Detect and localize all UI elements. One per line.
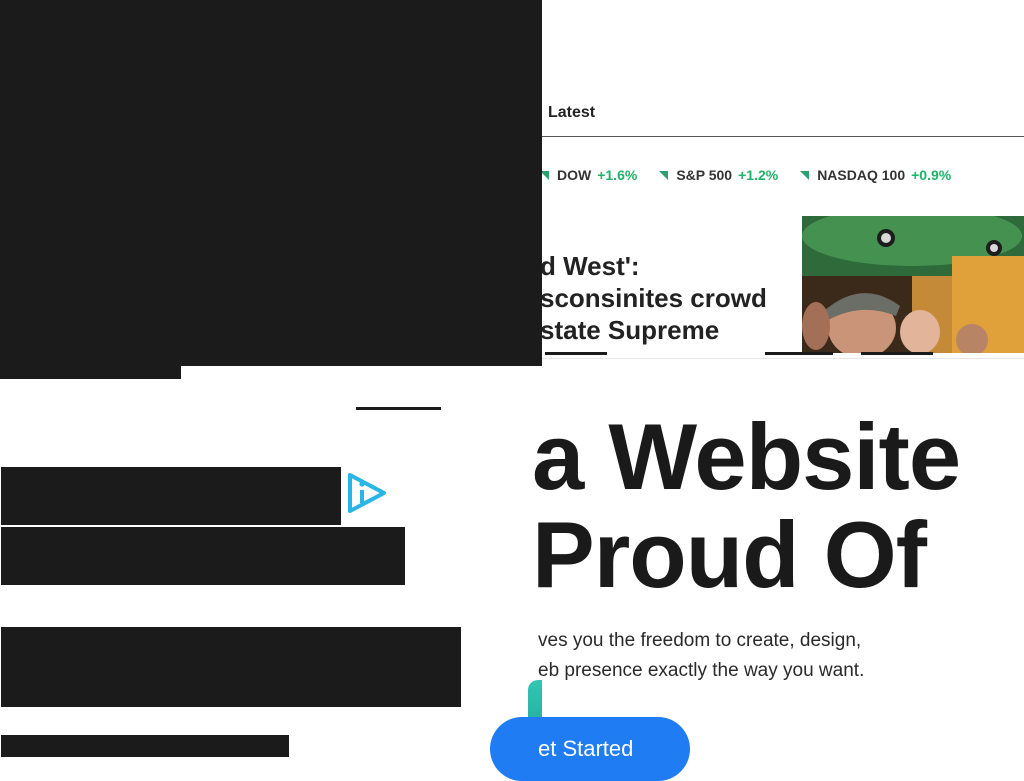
section-tab-underline xyxy=(861,352,933,355)
section-tab-underline xyxy=(765,352,833,355)
ad-headline: a Website Proud Of xyxy=(532,408,1024,604)
section-tab-underline xyxy=(545,352,607,355)
overlay-tab xyxy=(485,352,542,366)
ad-subtitle: ves you the freedom to create, design, e… xyxy=(538,626,1024,686)
ticker-symbol: DOW xyxy=(557,167,592,183)
ad-subtitle-line: ves you the freedom to create, design, xyxy=(538,630,862,651)
crowd-photo xyxy=(802,216,1024,353)
headline-line: sconsinites crowd xyxy=(540,283,767,313)
ad-headline-line: Proud Of xyxy=(532,502,927,604)
overlay-tab xyxy=(222,352,283,366)
ticker-symbol: NASDAQ 100 xyxy=(817,167,906,183)
ticker-change: +1.2% xyxy=(738,167,779,183)
ticker-sp500[interactable]: S&P 500 +1.2% xyxy=(659,167,778,183)
ticker-nasdaq100[interactable]: NASDAQ 100 +0.9% xyxy=(800,167,951,183)
story-thumbnail[interactable] xyxy=(802,216,1024,353)
ad-subtitle-line: eb presence exactly the way you want. xyxy=(538,660,865,681)
redacted-block xyxy=(1,467,341,525)
overlay-tab xyxy=(0,352,181,366)
up-arrow-icon xyxy=(659,170,669,180)
adchoices-play-icon[interactable] xyxy=(344,471,390,515)
market-ticker: DOW +1.6% S&P 500 +1.2% NASDAQ 100 +0.9% xyxy=(540,167,973,183)
redacted-block xyxy=(1,735,289,757)
overlay-tab xyxy=(293,352,371,366)
story-headline[interactable]: d West': sconsinites crowd state Supreme xyxy=(540,250,790,354)
headline-line: state Supreme xyxy=(540,315,720,345)
get-started-button[interactable]: et Started xyxy=(490,717,690,781)
redacted-block xyxy=(1,627,461,707)
ticker-change: +0.9% xyxy=(911,167,952,183)
overlay-tab xyxy=(379,352,477,366)
active-tab-indicator xyxy=(356,407,441,410)
nav-latest-link[interactable]: Latest xyxy=(548,104,595,122)
up-arrow-icon xyxy=(800,170,810,180)
ad-headline-line: a Website xyxy=(532,408,961,509)
ticker-dow[interactable]: DOW +1.6% xyxy=(540,167,637,183)
overlay-panel xyxy=(0,0,542,366)
overlay-panel-edge xyxy=(0,366,181,379)
headline-line: d West': xyxy=(540,251,640,281)
ticker-symbol: S&P 500 xyxy=(676,167,733,183)
redacted-block xyxy=(1,527,405,585)
ticker-change: +1.6% xyxy=(597,167,638,183)
content-divider xyxy=(540,358,1024,359)
